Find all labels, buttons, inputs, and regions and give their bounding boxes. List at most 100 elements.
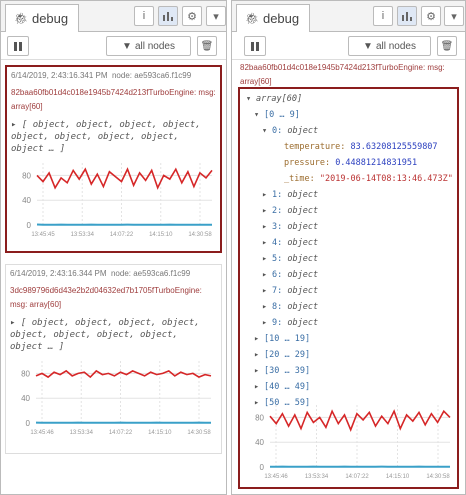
x-tick-label: 13:45:45: [31, 232, 55, 238]
debug-message[interactable]: 6/14/2019, 2:43:16.341 PM node: ae593ca6…: [5, 65, 222, 253]
expand-arrow-icon[interactable]: ▸: [262, 251, 272, 267]
expand-arrow-icon[interactable]: ▸: [262, 283, 272, 299]
series-line: [35, 369, 212, 379]
preview-line: object … ]: [10, 342, 65, 352]
message-chart: 80 40 0 13:45:45 13:53:34 14:07:22 14:15:10 14:…: [22, 163, 213, 238]
bug-icon: 🐞︎: [14, 13, 28, 25]
y-tick-label: 0: [26, 419, 31, 428]
tree-field: pressure: 0.44881214831951: [246, 155, 451, 171]
tab-debug[interactable]: 🐞︎ debug: [5, 4, 80, 32]
tree-item[interactable]: ▸ 3: object: [246, 219, 451, 235]
collapse-arrow-icon[interactable]: ▾: [262, 123, 272, 139]
tree-item[interactable]: ▸ 4: object: [246, 235, 451, 251]
expand-arrow-icon[interactable]: ▸: [262, 187, 272, 203]
expanded-message[interactable]: ▾ array[60] ▾ [0 … 9] ▾ 0: object temperatu…: [238, 87, 459, 489]
field-value[interactable]: 0.44881214831951: [335, 158, 417, 168]
message-preview[interactable]: ▸ [ object, object, object, object, obje…: [11, 119, 216, 155]
tree-item-index: 0:: [272, 126, 283, 136]
tree-item[interactable]: ▸ 5: object: [246, 251, 451, 267]
expand-arrow-icon[interactable]: ▸: [262, 203, 272, 219]
x-tick-label: 14:15:10: [148, 430, 172, 436]
field-key: _time:: [284, 174, 315, 184]
tree-item-index: 8:: [272, 302, 283, 312]
info-icon[interactable]: i: [373, 6, 393, 26]
chevron-down-icon[interactable]: ▾: [206, 6, 226, 26]
tree-group[interactable]: ▸ [40 … 49]: [246, 379, 451, 395]
field-value[interactable]: "2019-06-14T08:13:46.473Z": [320, 174, 453, 184]
filter-button[interactable]: ▼ all nodes: [348, 36, 431, 56]
tree-item-index: 5:: [272, 254, 283, 264]
tree-item-type: object: [287, 238, 319, 248]
field-key: temperature:: [284, 142, 346, 152]
tree-item[interactable]: ▸ 1: object: [246, 187, 451, 203]
x-tick-label: 14:30:58: [188, 232, 212, 238]
collapse-arrow-icon[interactable]: ▾: [246, 91, 256, 107]
preview-line: object, object, object, object,: [11, 132, 179, 142]
clear-button[interactable]: 🗑︎: [197, 36, 217, 56]
message-topic: 82baa60fb01d4c018e1945b7424d213fTurboEng…: [240, 63, 445, 86]
chart-icon[interactable]: [397, 6, 417, 26]
message-timestamp: 6/14/2019, 2:43:16.341 PM: [11, 71, 108, 80]
tree-item-type: object: [287, 222, 319, 232]
tree-item-type: object: [287, 190, 319, 200]
expand-arrow-icon[interactable]: ▸: [254, 363, 264, 379]
tree-item-index: 4:: [272, 238, 283, 248]
debug-icon[interactable]: ⚙: [182, 6, 202, 26]
message-tree: ▾ array[60] ▾ [0 … 9] ▾ 0: object temperatu…: [246, 91, 453, 411]
tree-item[interactable]: ▸ 7: object: [246, 283, 451, 299]
field-value[interactable]: 83.63208125559807: [351, 142, 438, 152]
expand-arrow-icon[interactable]: ▸: [11, 120, 16, 130]
tree-item-type: object: [287, 286, 319, 296]
debug-icon[interactable]: ⚙: [421, 6, 441, 26]
message-preview[interactable]: ▸ [ object, object, object, object, obje…: [10, 317, 217, 353]
pause-button[interactable]: [7, 36, 29, 56]
expand-arrow-icon[interactable]: ▸: [10, 318, 15, 328]
preview-line: object, object, object, object,: [31, 318, 200, 328]
y-tick-label: 80: [21, 369, 30, 378]
tree-group[interactable]: ▸ [20 … 29]: [246, 347, 451, 363]
tab-bar: 🐞︎ debug i ⚙ ▾: [1, 1, 226, 32]
pause-button[interactable]: [244, 36, 266, 56]
tree-group[interactable]: ▸ [30 … 39]: [246, 363, 451, 379]
tree-item[interactable]: ▸ 8: object: [246, 299, 451, 315]
collapse-arrow-icon[interactable]: ▾: [254, 107, 264, 123]
tree-item-type: object: [287, 206, 319, 216]
tree-item-index: 7:: [272, 286, 283, 296]
expand-arrow-icon[interactable]: ▸: [262, 235, 272, 251]
x-tick-label: 14:07:22: [109, 430, 133, 436]
tree-item[interactable]: ▸ 2: object: [246, 203, 451, 219]
expand-arrow-icon[interactable]: ▸: [262, 299, 272, 315]
info-icon[interactable]: i: [134, 6, 154, 26]
tree-item[interactable]: ▸ 9: object: [246, 315, 451, 331]
tree-root[interactable]: ▾ array[60]: [246, 91, 451, 107]
tree-item[interactable]: ▾ 0: object: [246, 123, 451, 139]
expand-arrow-icon[interactable]: ▸: [262, 219, 272, 235]
filter-button[interactable]: ▼ all nodes: [106, 36, 191, 56]
message-node: node: ae593ca6.f1c99: [110, 269, 191, 278]
clear-button[interactable]: 🗑︎: [437, 36, 457, 56]
tree-group-label: [10 … 19]: [264, 334, 311, 344]
expand-arrow-icon[interactable]: ▸: [262, 315, 272, 331]
y-tick-label: 40: [21, 394, 30, 403]
y-tick-label: 80: [255, 413, 264, 422]
expand-arrow-icon[interactable]: ▸: [262, 267, 272, 283]
expand-arrow-icon[interactable]: ▸: [254, 331, 264, 347]
expand-arrow-icon[interactable]: ▸: [254, 347, 264, 363]
tree-item[interactable]: ▸ 6: object: [246, 267, 451, 283]
y-tick-label: 0: [260, 463, 265, 472]
tree-group[interactable]: ▾ [0 … 9]: [246, 107, 451, 123]
expand-arrow-icon[interactable]: ▸: [254, 379, 264, 395]
y-tick-label: 40: [22, 196, 31, 205]
tree-group-label: [30 … 39]: [264, 366, 311, 376]
chart-icon[interactable]: [158, 6, 178, 26]
chevron-down-icon[interactable]: ▾: [444, 6, 464, 26]
x-tick-label: 13:53:34: [305, 474, 329, 480]
tab-debug[interactable]: 🐞︎ debug: [236, 4, 311, 32]
debug-message[interactable]: 6/14/2019, 2:43:16.344 PM node: ae593ca6…: [5, 264, 222, 454]
x-tick-label: 13:45:46: [264, 474, 288, 480]
tree-group[interactable]: ▸ [10 … 19]: [246, 331, 451, 347]
x-tick-label: 14:30:58: [187, 430, 211, 436]
x-tick-label: 13:53:34: [70, 430, 94, 436]
message-timestamp: 6/14/2019, 2:43:16.344 PM: [10, 269, 107, 278]
tree-item-index: 9:: [272, 318, 283, 328]
